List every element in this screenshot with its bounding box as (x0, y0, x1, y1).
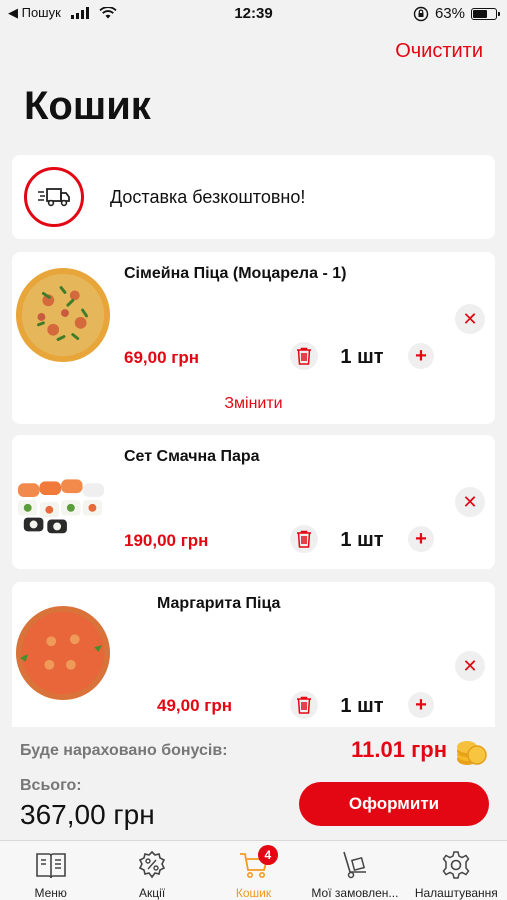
delivery-truck-icon (24, 167, 84, 227)
tab-label: Мої замовлен... (311, 886, 399, 900)
tab-menu[interactable]: Меню (0, 841, 101, 900)
cart-item: Маргарита Піца 49,00 грн 1 шт + ✕ (12, 582, 495, 727)
item-price: 49,00 грн (157, 696, 232, 715)
trash-icon[interactable] (290, 525, 318, 553)
order-summary: Буде нараховано бонусів: 11.01 грн Всьог… (0, 727, 507, 839)
item-price: 69,00 грн (124, 348, 199, 367)
tab-label: Меню (34, 886, 67, 900)
bonus-value: 11.01 грн (351, 737, 447, 762)
battery-icon (471, 7, 500, 20)
item-name: Маргарита Піца (157, 595, 281, 612)
tab-label: Кошик (235, 886, 272, 900)
status-bar: ◀ Пошук 12:39 63% (0, 0, 507, 28)
trash-icon[interactable] (290, 342, 318, 370)
item-name: Сімейна Піца (Моцарела - 1) (124, 265, 347, 282)
clear-cart-button[interactable]: Очистити (395, 40, 483, 63)
item-name: Сет Смачна Пара (124, 448, 260, 465)
tab-my-orders[interactable]: Мої замовлен... (304, 841, 405, 900)
status-right: 63% (413, 5, 500, 22)
cart-count-badge: 4 (257, 845, 278, 865)
total-value: 367,00 грн (20, 799, 155, 830)
item-quantity: 1 шт (340, 695, 384, 717)
increase-quantity-button[interactable]: + (408, 526, 434, 552)
menu-book-icon (35, 849, 67, 881)
item-quantity: 1 шт (340, 529, 384, 551)
total-label: Всього: (20, 777, 82, 794)
discount-badge-icon (136, 849, 168, 881)
remove-item-button[interactable]: ✕ (455, 651, 485, 681)
gear-icon (440, 849, 472, 881)
item-price: 190,00 грн (124, 531, 209, 550)
orientation-lock-icon (413, 6, 429, 21)
pizza-image (15, 605, 111, 701)
tab-settings[interactable]: Налаштування (406, 841, 507, 900)
item-quantity: 1 шт (340, 346, 384, 368)
increase-quantity-button[interactable]: + (408, 343, 434, 369)
coins-icon (457, 741, 487, 765)
tab-promotions[interactable]: Акції (101, 841, 202, 900)
delivery-text: Доставка безкоштовно! (110, 187, 306, 207)
trash-icon[interactable] (290, 691, 318, 719)
tab-cart[interactable]: 4 Кошик (203, 841, 304, 900)
tab-bar: Меню Акції 4 Кошик Мої замовлен... Налаш… (0, 840, 507, 900)
sushi-set-image (17, 479, 105, 534)
cart-item: Сімейна Піца (Моцарела - 1) 69,00 грн 1 … (12, 252, 495, 384)
bonus-label: Буде нараховано бонусів: (20, 742, 228, 759)
hand-truck-icon (339, 849, 371, 881)
page-title: Кошик (24, 84, 151, 128)
cart-item: Сет Смачна Пара 190,00 грн 1 шт + ✕ (12, 435, 495, 569)
increase-quantity-button[interactable]: + (408, 692, 434, 718)
pizza-image (15, 267, 111, 363)
tab-label: Налаштування (414, 886, 498, 900)
battery-percent: 63% (434, 5, 465, 22)
remove-item-button[interactable]: ✕ (455, 304, 485, 334)
checkout-button[interactable]: Оформити (299, 782, 489, 826)
delivery-banner: Доставка безкоштовно! (12, 155, 495, 239)
tab-label: Акції (139, 886, 166, 900)
change-item-button[interactable]: Змінити (12, 384, 495, 424)
remove-item-button[interactable]: ✕ (455, 487, 485, 517)
